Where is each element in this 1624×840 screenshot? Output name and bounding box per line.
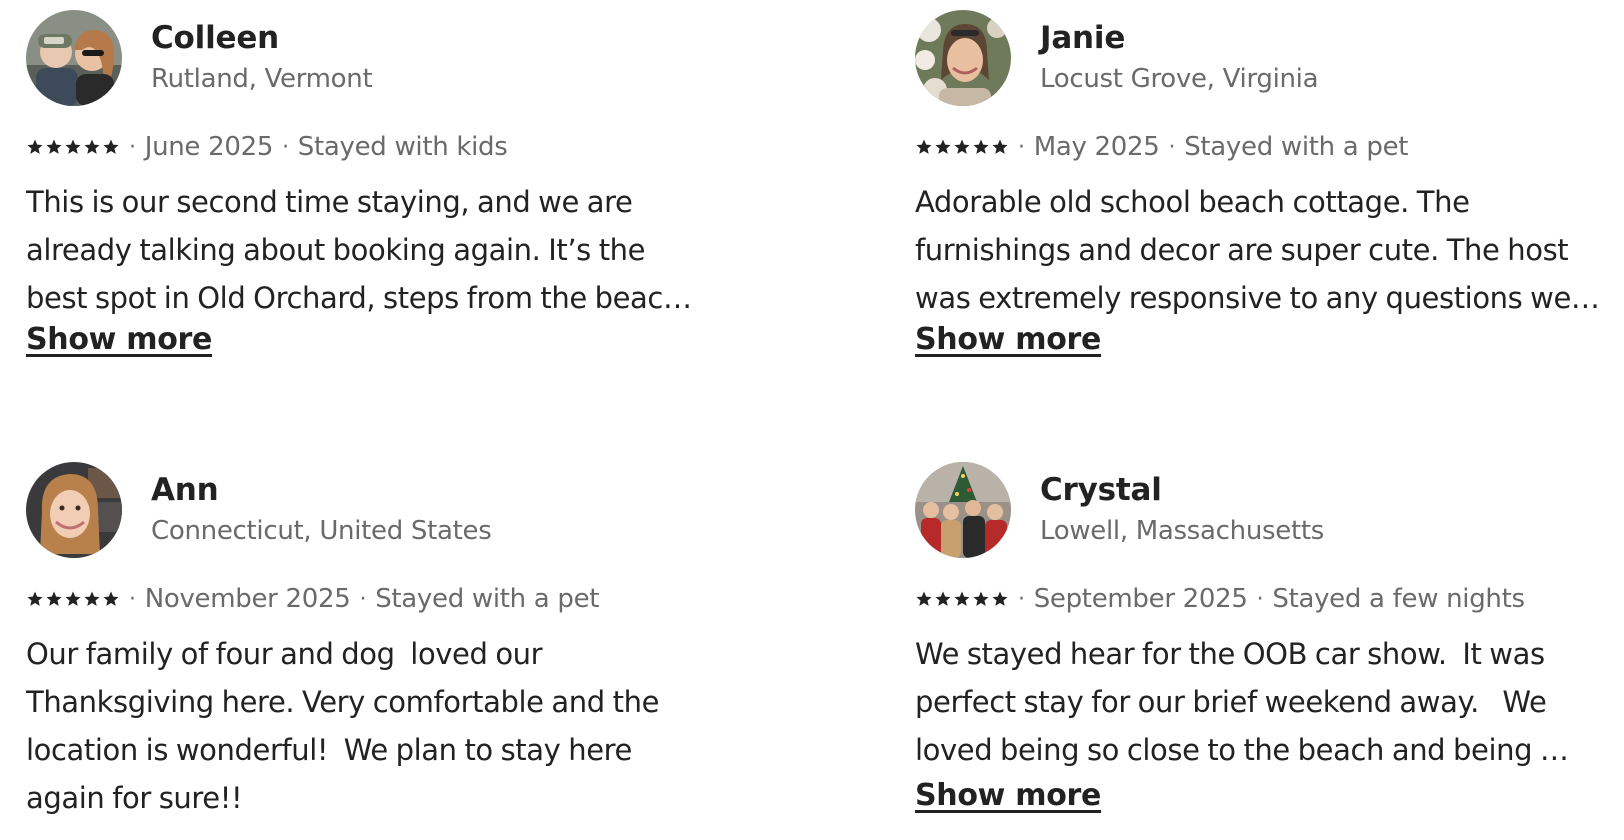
star-icon [916,139,932,154]
star-icon [992,139,1008,154]
review-text-line: location is wonderful! We plan to stay h… [26,733,632,767]
reviews-grid: Colleen Rutland, Vermont · June 2025 · S… [0,0,1624,840]
reviewer-avatar[interactable] [26,462,122,558]
star-icon [103,591,119,606]
separator-dot: · [282,134,289,160]
review-text: This is our second time staying, and we … [26,178,726,322]
reviewer-location: Rutland, Vermont [151,64,373,94]
review-text-line: Adorable old school beach cottage. The [915,185,1470,219]
reviewer-name: Crystal [1040,472,1162,508]
review-text-line: best spot in Old Orchard, steps from the… [26,281,692,315]
reviewer-location: Locust Grove, Virginia [1040,64,1319,94]
separator-dot: · [129,134,136,160]
stay-type: Stayed with a pet [375,584,600,614]
star-icon [954,591,970,606]
show-more-button[interactable]: Show more [26,322,212,357]
photo-image [26,462,122,558]
star-icon [103,139,119,154]
star-icon [84,139,100,154]
review-card: Crystal Lowell, Massachusetts · Septembe… [915,462,1624,832]
star-icon [84,591,100,606]
photo-image [915,462,1011,558]
stay-type: Stayed with kids [297,132,508,162]
review-text-line: Thanksgiving here. Very comfortable and … [26,685,660,719]
reviewer-name: Ann [151,472,219,508]
review-date: June 2025 [144,132,274,162]
star-icon [973,139,989,154]
star-icon [27,139,43,154]
reviewer-location: Lowell, Massachusetts [1040,516,1324,546]
star-rating [26,590,120,608]
review-date: May 2025 [1033,132,1160,162]
review-text-line: already talking about booking again. It’… [26,233,646,267]
separator-dot: · [1018,586,1025,612]
photo-image [26,10,122,106]
separator-dot: · [359,586,367,612]
star-icon [27,591,43,606]
review-date: September 2025 [1033,584,1248,614]
review-meta: · June 2025 · Stayed with kids [26,130,508,164]
review-text: We stayed hear for the OOB car show. It … [915,630,1615,774]
separator-dot: · [1018,134,1025,160]
review-meta: · May 2025 · Stayed with a pet [915,130,1409,164]
star-icon [973,591,989,606]
star-rating [26,138,120,156]
reviewer-avatar[interactable] [915,10,1011,106]
star-icon [916,591,932,606]
reviewer-location: Connecticut, United States [151,516,492,546]
review-text-line: again for sure!! [26,781,243,815]
star-icon [46,591,62,606]
review-date: November 2025 [144,584,351,614]
star-icon [65,591,81,606]
review-text-line: Our family of four and dog loved our [26,637,543,671]
star-icon [65,139,81,154]
review-text-line: We stayed hear for the OOB car show. It … [915,637,1545,671]
star-rating [915,138,1009,156]
reviewer-avatar[interactable] [26,10,122,106]
show-more-button[interactable]: Show more [915,778,1101,813]
reviewer-avatar[interactable] [915,462,1011,558]
show-more-button[interactable]: Show more [915,322,1101,357]
review-text-line: was extremely responsive to any question… [915,281,1600,315]
star-rating [915,590,1009,608]
review-text: Adorable old school beach cottage. The f… [915,178,1615,322]
stay-type: Stayed a few nights [1272,584,1525,614]
review-card: Janie Locust Grove, Virginia · May 2025 … [915,10,1624,370]
review-meta: · November 2025 · Stayed with a pet [26,582,600,616]
separator-dot: · [1168,134,1176,160]
review-card: Colleen Rutland, Vermont · June 2025 · S… [26,10,746,370]
star-icon [935,591,951,606]
review-text-line: loved being so close to the beach and be… [915,733,1569,767]
star-icon [954,139,970,154]
star-icon [935,139,951,154]
star-icon [46,139,62,154]
stay-type: Stayed with a pet [1184,132,1409,162]
review-card: Ann Connecticut, United States · Novembe… [26,462,746,832]
photo-image [915,10,1011,106]
separator-dot: · [1256,586,1264,612]
review-text-line: This is our second time staying, and we … [26,185,633,219]
reviewer-name: Janie [1040,20,1126,56]
separator-dot: · [129,586,136,612]
review-text-line: furnishings and decor are super cute. Th… [915,233,1569,267]
review-text: Our family of four and dog loved our Tha… [26,630,726,822]
review-text-line: perfect stay for our brief weekend away.… [915,685,1547,719]
reviewer-name: Colleen [151,20,280,56]
star-icon [992,591,1008,606]
review-meta: · September 2025 · Stayed a few nights [915,582,1525,616]
